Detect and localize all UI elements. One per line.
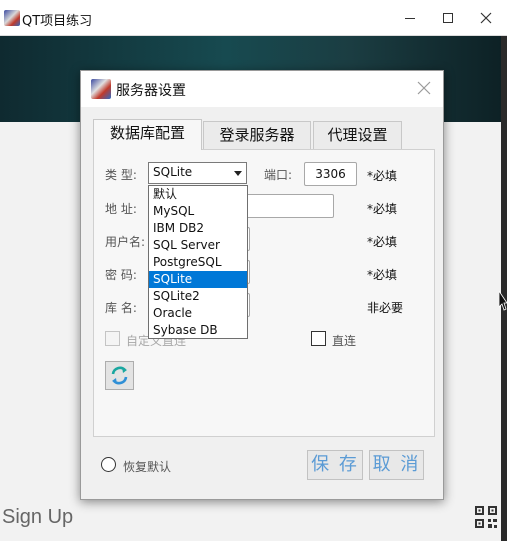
close-window-button[interactable] xyxy=(476,8,496,28)
db-type-option-selected[interactable]: SQLite xyxy=(149,271,247,288)
password-required-hint: *必填 xyxy=(367,268,398,282)
maximize-icon xyxy=(443,13,453,23)
refresh-button[interactable] xyxy=(105,361,134,390)
restore-default-label: 恢复默认 xyxy=(123,460,172,474)
db-type-value: SQLite xyxy=(153,165,193,179)
port-label: 端口: xyxy=(264,168,293,182)
db-type-option[interactable]: MySQL xyxy=(149,203,247,220)
db-type-option[interactable]: SQLite2 xyxy=(149,288,247,305)
db-type-dropdown-list: 默认 MySQL IBM DB2 SQL Server PostgreSQL S… xyxy=(148,185,248,339)
tab-database-config[interactable]: 数据库配置 xyxy=(93,119,202,150)
tab-proxy-settings[interactable]: 代理设置 xyxy=(313,121,402,149)
maximize-button[interactable] xyxy=(438,8,458,28)
username-label: 用户名: xyxy=(105,235,146,249)
save-button[interactable]: 保 存 xyxy=(307,450,363,480)
sign-up-link[interactable]: Sign Up xyxy=(2,506,73,529)
cancel-button[interactable]: 取 消 xyxy=(369,450,424,480)
dialog-title: 服务器设置 xyxy=(116,83,186,99)
db-type-option[interactable]: SQL Server xyxy=(149,237,247,254)
port-input[interactable]: 3306 xyxy=(304,162,357,186)
resize-cursor-icon xyxy=(499,291,507,311)
close-icon[interactable] xyxy=(415,79,433,97)
direct-connect-label: 直连 xyxy=(332,334,357,348)
database-config-panel: 类 型: SQLite 端口: 3306 *必填 地 址: *必填 用户名: *… xyxy=(93,149,435,437)
address-label: 地 址: xyxy=(105,202,137,216)
restore-default-radio[interactable] xyxy=(101,457,116,472)
db-type-option[interactable]: Oracle xyxy=(149,305,247,322)
db-type-option[interactable]: IBM DB2 xyxy=(149,220,247,237)
direct-connect-checkbox[interactable] xyxy=(311,331,326,346)
minimize-icon xyxy=(405,18,415,19)
dbname-label: 库 名: xyxy=(105,301,137,315)
qr-code-icon[interactable] xyxy=(475,506,497,528)
type-label: 类 型: xyxy=(105,168,137,182)
main-window-title: QT项目练习 xyxy=(22,14,93,29)
tab-login-server[interactable]: 登录服务器 xyxy=(203,121,311,149)
password-label: 密 码: xyxy=(105,268,137,282)
db-type-option[interactable]: Sybase DB xyxy=(149,322,247,339)
dialog-titlebar: 服务器设置 xyxy=(81,71,443,107)
minimize-button[interactable] xyxy=(400,8,420,28)
main-titlebar: QT项目练习 xyxy=(0,0,507,36)
address-required-hint: *必填 xyxy=(367,202,398,216)
username-required-hint: *必填 xyxy=(367,235,398,249)
db-type-option[interactable]: 默认 xyxy=(149,186,247,203)
close-icon xyxy=(480,12,492,24)
server-settings-dialog: 服务器设置 数据库配置 登录服务器 代理设置 类 型: SQLite 端口: 3… xyxy=(80,70,444,500)
auto-connect-checkbox[interactable] xyxy=(105,331,120,346)
dialog-app-icon xyxy=(91,79,111,99)
window-edge xyxy=(501,36,507,541)
refresh-icon xyxy=(111,366,128,385)
db-type-combobox[interactable]: SQLite xyxy=(148,162,247,184)
port-required-hint: *必填 xyxy=(367,169,398,183)
dbname-optional-hint: 非必要 xyxy=(367,301,404,315)
chevron-down-icon xyxy=(234,171,242,176)
app-logo-icon xyxy=(4,10,20,26)
db-type-option[interactable]: PostgreSQL xyxy=(149,254,247,271)
